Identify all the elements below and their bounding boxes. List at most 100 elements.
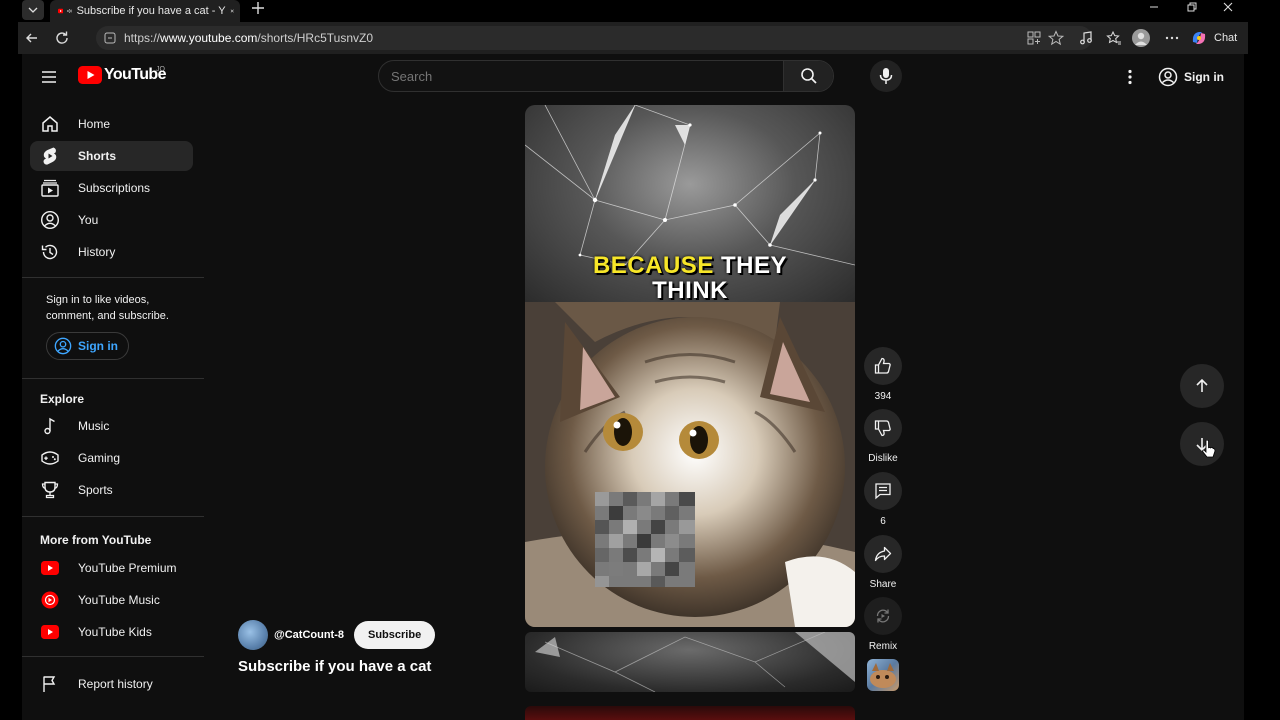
like-action: 394 [864,347,902,402]
media-control-icon[interactable] [1078,30,1094,46]
sidebar-item-label: YouTube Premium [78,561,177,575]
explore-section-title: Explore [40,392,85,406]
youtube-premium-icon [41,561,59,575]
dislike-button[interactable] [864,409,902,447]
youtube-page: YouTube JO Sign in Home Shorts [22,54,1244,720]
sidebar-item-youtube-premium[interactable]: YouTube Premium [30,553,193,583]
microphone-icon [879,68,893,84]
back-arrow-icon[interactable] [24,30,40,46]
sidebar-item-history[interactable]: History [30,237,193,267]
next-short-preview[interactable] [525,632,855,692]
network-lines-graphic [535,632,855,692]
caption-line1-rest: THEY [713,252,788,279]
close-tab-icon[interactable] [230,6,234,16]
sidebar-item-home[interactable]: Home [30,109,193,139]
restore-icon [1187,2,1197,12]
sidebar-item-label: Home [78,117,111,131]
chevron-down-icon [28,7,38,13]
sidebar-item-music[interactable]: Music [30,411,193,441]
sidebar-item-label: History [78,245,116,259]
url-scheme: https:// [124,31,161,45]
sign-in-label: Sign in [1184,70,1224,84]
share-button[interactable] [864,535,902,573]
sign-in-label: Sign in [78,339,118,353]
next-short-edge [525,706,855,720]
tab-title: Subscribe if you have a cat - Y [76,5,226,17]
previous-short-button[interactable] [1180,364,1224,408]
sidebar-item-label: Music [78,419,110,433]
sidebar-item-youtube-music[interactable]: YouTube Music [30,585,193,615]
sidebar-divider [22,277,204,278]
tab-actions-menu-button[interactable] [22,0,44,20]
sidebar-item-report-history[interactable]: Report history [30,669,193,699]
voice-search-button[interactable] [870,60,902,92]
browser-tab-active[interactable]: Subscribe if you have a cat - Y [50,0,240,22]
youtube-music-icon [41,591,59,609]
copilot-icon [1192,32,1206,44]
subscribe-button[interactable]: Subscribe [354,621,436,649]
channel-avatar[interactable] [238,620,268,650]
minimize-icon [1150,6,1158,8]
caption-highlight-word: BECAUSE [592,252,714,279]
sidebar-item-label: Subscriptions [78,181,151,195]
shorts-icon [43,147,57,165]
close-window-button[interactable] [1216,0,1240,14]
remix-button[interactable] [864,597,902,635]
like-button[interactable] [864,347,902,385]
search-input[interactable] [379,61,809,91]
new-tab-plus-icon[interactable] [250,0,266,16]
settings-more-button[interactable] [1122,66,1138,88]
thumbs-up-icon [874,357,891,374]
caption-line2: THINK [652,277,728,304]
video-caption: BECAUSE THEY THINK [525,253,855,303]
address-bar[interactable]: https://www.youtube.com/shorts/HRc5Tusnv… [96,26,1092,50]
remix-label: Remix [868,641,898,652]
profile-avatar[interactable] [1132,29,1150,47]
search-button[interactable] [783,61,833,91]
youtube-kids-icon [41,625,59,639]
search-icon [800,68,817,84]
sidebar-item-label: YouTube Music [78,593,160,607]
speaker-icon[interactable] [67,6,73,16]
site-info-icon[interactable] [104,32,116,44]
sidebar-divider [22,516,204,517]
sidebar-item-shorts[interactable]: Shorts [30,141,193,171]
favorite-star-icon[interactable] [1048,30,1064,46]
dislike-label: Dislike [868,453,898,464]
cat-image [525,302,855,627]
short-video-player[interactable]: BECAUSE THEY THINK [525,105,855,627]
sports-icon [41,481,59,499]
restore-window-button[interactable] [1180,0,1204,14]
comments-button[interactable] [864,472,902,510]
hamburger-menu-icon[interactable] [40,68,58,86]
sidebar-item-subscriptions[interactable]: Subscriptions [30,173,193,203]
channel-name[interactable]: @CatCount-8 [274,629,344,641]
browser-tab-bar: Subscribe if you have a cat - Y [0,0,1280,22]
sign-in-button[interactable]: Sign in [1158,66,1224,88]
share-label: Share [869,579,897,590]
url-host: www.youtube.com [160,31,258,45]
youtube-logo[interactable]: YouTube [78,66,166,84]
sidebar-divider [22,378,204,379]
sidebar-divider [22,656,204,657]
sidebar-item-gaming[interactable]: Gaming [30,443,193,473]
comment-icon [875,483,891,500]
history-icon [41,244,58,260]
settings-more-icon[interactable] [1164,30,1180,46]
dislike-action: Dislike [864,409,902,464]
pixelated-censor-block [595,492,695,587]
reload-icon[interactable] [54,30,70,46]
app-available-icon[interactable] [1026,30,1042,46]
minimize-window-button[interactable] [1142,0,1166,14]
sidebar-item-youtube-kids[interactable]: YouTube Kids [30,617,193,647]
copilot-chat-button[interactable]: Chat [1190,29,1237,47]
sidebar-item-you[interactable]: You [30,205,193,235]
sidebar-item-sports[interactable]: Sports [30,475,193,505]
close-icon [1223,2,1233,12]
sidebar-sign-in-button[interactable]: Sign in [46,332,129,360]
sidebar: Home Shorts Subscriptions You History Si… [22,100,204,720]
vertical-dots-icon [1128,69,1132,85]
favorites-list-icon[interactable] [1106,30,1122,46]
home-icon [42,116,58,132]
sound-thumbnail[interactable] [867,659,899,691]
